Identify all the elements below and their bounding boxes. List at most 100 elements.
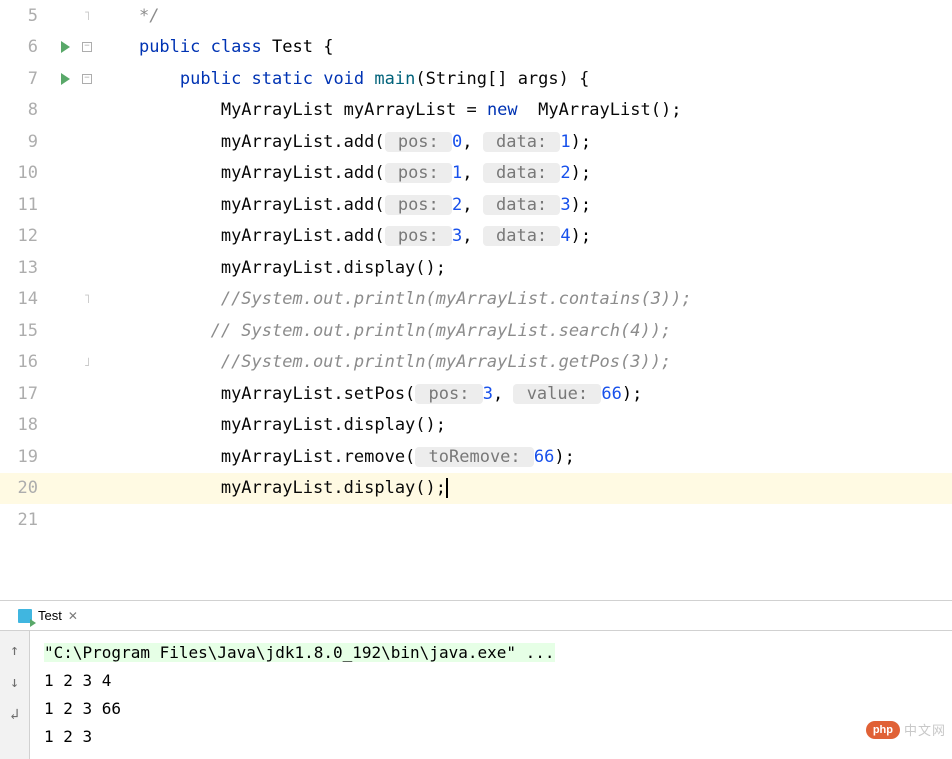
- code-editor[interactable]: 5 ˥ */ 6 − public class Test { 7 − public sta…: [0, 0, 952, 600]
- token-op: ,: [462, 163, 482, 183]
- close-tab-icon[interactable]: ✕: [68, 609, 78, 623]
- run-gutter-icon[interactable]: [61, 41, 70, 53]
- token-hint: pos:: [385, 226, 452, 246]
- token-plain: myArrayList.setPos(: [221, 384, 415, 404]
- code-content[interactable]: myArrayList.remove( toRemove: 66);: [94, 447, 952, 467]
- token-op: ,: [462, 132, 482, 152]
- token-plain: MyArrayList myArrayList =: [221, 100, 487, 120]
- code-content[interactable]: */: [94, 6, 952, 26]
- code-content[interactable]: myArrayList.display();: [94, 415, 952, 435]
- token-op: );: [571, 226, 591, 246]
- line-number[interactable]: 5: [0, 6, 50, 26]
- code-content[interactable]: public static void main(String[] args) {: [94, 69, 952, 89]
- code-line-16[interactable]: 16 ˩ //System.out.println(myArrayList.get…: [0, 347, 952, 379]
- line-number[interactable]: 16: [0, 352, 50, 372]
- fold-region[interactable]: −: [80, 74, 94, 84]
- fold-icon[interactable]: ˩: [83, 355, 90, 369]
- code-content[interactable]: myArrayList.add( pos: 2, data: 3);: [94, 195, 952, 215]
- token-num: 3: [483, 384, 493, 404]
- fold-region[interactable]: −: [80, 42, 94, 52]
- line-number[interactable]: 20: [0, 478, 50, 498]
- code-content[interactable]: // System.out.println(myArrayList.search…: [94, 321, 952, 341]
- line-number[interactable]: 7: [0, 69, 50, 89]
- token-hint: value:: [513, 384, 601, 404]
- code-content[interactable]: //System.out.println(myArrayList.contain…: [94, 289, 952, 309]
- code-line-20[interactable]: 20 myArrayList.display();: [0, 473, 952, 505]
- token-plain: (String[] args) {: [415, 69, 589, 89]
- line-number[interactable]: 8: [0, 100, 50, 120]
- watermark-badge: php: [866, 721, 900, 739]
- line-number[interactable]: 14: [0, 289, 50, 309]
- token-comment: //System.out.println(myArrayList.getPos(…: [221, 352, 671, 372]
- console-pane: Test ✕ ↑ ↓ ↲ "C:\Program Files\Java\jdk1…: [0, 600, 952, 759]
- line-number[interactable]: 9: [0, 132, 50, 152]
- code-content[interactable]: myArrayList.display();: [94, 478, 952, 498]
- line-number[interactable]: 19: [0, 447, 50, 467]
- line-number[interactable]: 10: [0, 163, 50, 183]
- token-hint: pos:: [385, 132, 452, 152]
- console-output[interactable]: "C:\Program Files\Java\jdk1.8.0_192\bin\…: [30, 631, 952, 759]
- tab-label: Test: [38, 608, 62, 623]
- code-line-11[interactable]: 11 myArrayList.add( pos: 2, data: 3);: [0, 189, 952, 221]
- fold-region[interactable]: ˩: [80, 355, 94, 369]
- code-line-8[interactable]: 8 MyArrayList myArrayList = new MyArrayL…: [0, 95, 952, 127]
- fold-icon[interactable]: −: [82, 42, 92, 52]
- code-content[interactable]: public class Test {: [94, 37, 952, 57]
- code-content[interactable]: myArrayList.add( pos: 1, data: 2);: [94, 163, 952, 183]
- code-line-18[interactable]: 18 myArrayList.display();: [0, 410, 952, 442]
- code-line-5[interactable]: 5 ˥ */: [0, 0, 952, 32]
- code-line-12[interactable]: 12 myArrayList.add( pos: 3, data: 4);: [0, 221, 952, 253]
- token-op: );: [554, 447, 574, 467]
- token-mtd: main: [374, 69, 415, 89]
- token-num: 4: [560, 226, 570, 246]
- console-tab-test[interactable]: Test ✕: [10, 605, 86, 626]
- fold-region[interactable]: ˥: [80, 292, 94, 306]
- code-line-6[interactable]: 6 − public class Test {: [0, 32, 952, 64]
- gutter-icons: [50, 73, 80, 85]
- token-hint: data:: [483, 226, 561, 246]
- token-plain: myArrayList.remove(: [221, 447, 415, 467]
- token-plain: myArrayList.add(: [221, 226, 385, 246]
- code-content[interactable]: //System.out.println(myArrayList.getPos(…: [94, 352, 952, 372]
- line-number[interactable]: 21: [0, 510, 50, 530]
- fold-icon[interactable]: ˥: [83, 292, 90, 306]
- code-line-14[interactable]: 14 ˥ //System.out.println(myArrayList.con…: [0, 284, 952, 316]
- token-kw: void: [323, 69, 374, 89]
- token-num: 66: [601, 384, 621, 404]
- token-hint: data:: [483, 163, 561, 183]
- fold-icon[interactable]: ˥: [83, 9, 90, 23]
- code-line-13[interactable]: 13 myArrayList.display();: [0, 252, 952, 284]
- fold-icon[interactable]: −: [82, 74, 92, 84]
- line-number[interactable]: 15: [0, 321, 50, 341]
- token-op: );: [622, 384, 642, 404]
- line-number[interactable]: 18: [0, 415, 50, 435]
- wrap-icon[interactable]: ↲: [10, 705, 19, 723]
- code-line-21[interactable]: 21: [0, 504, 952, 536]
- code-line-15[interactable]: 15 // System.out.println(myArrayList.sea…: [0, 315, 952, 347]
- code-content[interactable]: myArrayList.add( pos: 3, data: 4);: [94, 226, 952, 246]
- line-number[interactable]: 13: [0, 258, 50, 278]
- token-op: {: [323, 37, 333, 57]
- code-line-7[interactable]: 7 − public static void main(String[] args…: [0, 63, 952, 95]
- code-content[interactable]: MyArrayList myArrayList = new MyArrayLis…: [94, 100, 952, 120]
- scroll-down-icon[interactable]: ↓: [10, 673, 19, 691]
- line-number[interactable]: 17: [0, 384, 50, 404]
- line-number[interactable]: 6: [0, 37, 50, 57]
- code-line-19[interactable]: 19 myArrayList.remove( toRemove: 66);: [0, 441, 952, 473]
- code-content[interactable]: myArrayList.setPos( pos: 3, value: 66);: [94, 384, 952, 404]
- token-hint: pos:: [385, 163, 452, 183]
- scroll-up-icon[interactable]: ↑: [10, 641, 19, 659]
- run-gutter-icon[interactable]: [61, 73, 70, 85]
- code-line-10[interactable]: 10 myArrayList.add( pos: 1, data: 2);: [0, 158, 952, 190]
- token-op: ,: [462, 226, 482, 246]
- token-num: 1: [560, 132, 570, 152]
- code-line-9[interactable]: 9 myArrayList.add( pos: 0, data: 1);: [0, 126, 952, 158]
- code-line-17[interactable]: 17 myArrayList.setPos( pos: 3, value: 66…: [0, 378, 952, 410]
- line-number[interactable]: 12: [0, 226, 50, 246]
- fold-region[interactable]: ˥: [80, 9, 94, 23]
- console-tabs: Test ✕: [0, 601, 952, 631]
- token-kw: static: [252, 69, 324, 89]
- code-content[interactable]: myArrayList.display();: [94, 258, 952, 278]
- code-content[interactable]: myArrayList.add( pos: 0, data: 1);: [94, 132, 952, 152]
- line-number[interactable]: 11: [0, 195, 50, 215]
